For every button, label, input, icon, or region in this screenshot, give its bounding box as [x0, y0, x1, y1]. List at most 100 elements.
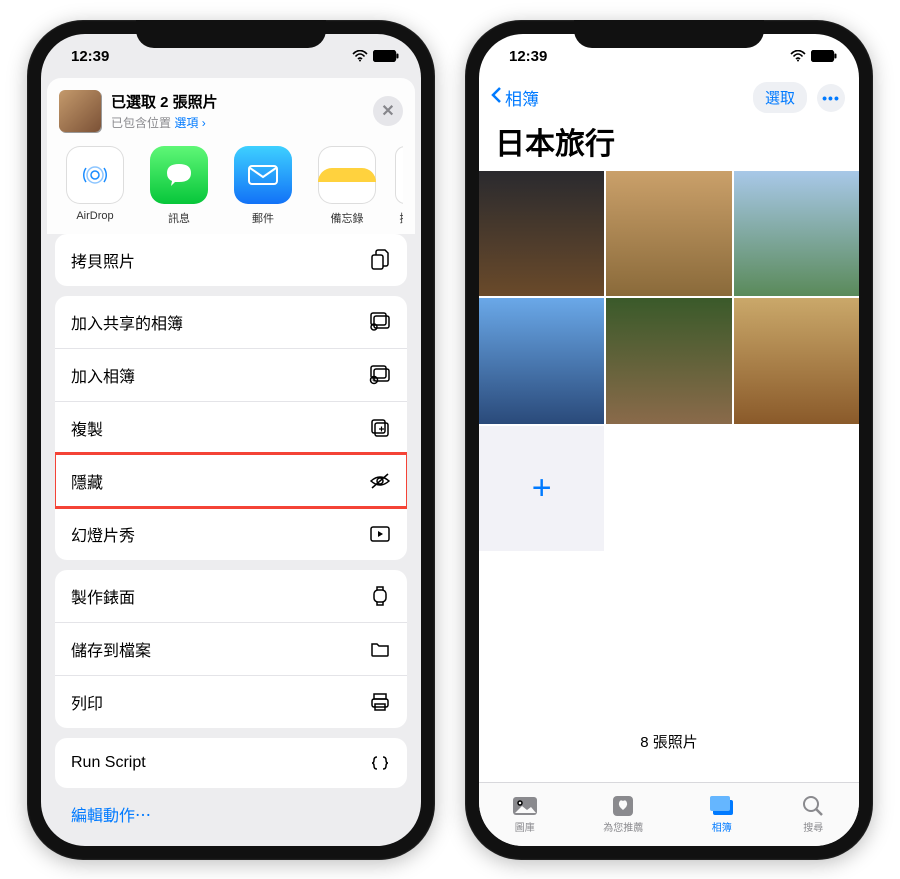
more-button[interactable]: •••	[817, 84, 845, 112]
app-notes[interactable]: 備忘錄	[311, 146, 383, 226]
action-copy[interactable]: 拷貝照片	[55, 234, 407, 286]
action-label: 加入共享的相簿	[71, 310, 183, 334]
battery-icon	[373, 50, 399, 62]
add-album-icon	[369, 364, 391, 386]
action-label: 列印	[71, 690, 103, 714]
edit-actions-link[interactable]: 編輯動作⋯	[55, 798, 407, 826]
reminders-icon	[395, 146, 403, 204]
foryou-icon	[610, 795, 636, 817]
close-icon: ✕	[381, 101, 394, 121]
phone-right: 12:39 相簿 選取 ••• 日本旅行 + 8 張	[465, 20, 873, 860]
action-watch-face[interactable]: 製作錶面	[55, 570, 407, 622]
app-mail[interactable]: 郵件	[227, 146, 299, 226]
share-title: 已選取 2 張照片	[111, 91, 363, 112]
status-indicators	[352, 50, 399, 62]
action-label: 拷貝照片	[71, 248, 135, 272]
back-button[interactable]: 相簿	[489, 85, 539, 110]
script-icon	[369, 752, 391, 774]
app-label: 訊息	[168, 210, 190, 226]
action-group-1: 拷貝照片	[55, 234, 407, 286]
share-options-link[interactable]: 選項 ›	[174, 116, 205, 130]
photo-thumbnail[interactable]	[606, 298, 731, 423]
status-time: 12:39	[71, 48, 109, 65]
action-duplicate[interactable]: 複製	[55, 401, 407, 454]
duplicate-icon	[369, 417, 391, 439]
notch	[136, 20, 326, 48]
action-label: Run Script	[71, 754, 146, 772]
status-indicators	[790, 50, 837, 62]
action-save-files[interactable]: 儲存到檔案	[55, 622, 407, 675]
photo-count: 8 張照片	[479, 551, 859, 752]
tab-library[interactable]: 圖庫	[512, 795, 538, 834]
slideshow-icon	[369, 523, 391, 545]
battery-icon	[811, 50, 837, 62]
folder-icon	[369, 638, 391, 660]
notes-icon	[318, 146, 376, 204]
notch	[574, 20, 764, 48]
action-run-script[interactable]: Run Script	[55, 738, 407, 788]
share-apps-row[interactable]: AirDrop 訊息 郵件 備忘錄 提	[59, 132, 403, 234]
action-slideshow[interactable]: 幻燈片秀	[55, 507, 407, 560]
app-label: 備忘錄	[331, 210, 364, 226]
action-label: 儲存到檔案	[71, 637, 151, 661]
app-label: 提	[400, 210, 404, 226]
airdrop-icon	[66, 146, 124, 204]
app-airdrop[interactable]: AirDrop	[59, 146, 131, 226]
close-button[interactable]: ✕	[373, 96, 403, 126]
share-sheet-header: 已選取 2 張照片 已包含位置 選項 › ✕ AirDrop 訊息 郵件	[47, 78, 415, 234]
app-label: AirDrop	[76, 210, 113, 222]
tab-search[interactable]: 搜尋	[800, 795, 826, 834]
action-print[interactable]: 列印	[55, 675, 407, 728]
copy-icon	[369, 249, 391, 271]
phone-left: 12:39 已選取 2 張照片 已包含位置 選項 › ✕ AirDrop	[27, 20, 435, 860]
photo-thumbnail[interactable]	[479, 298, 604, 423]
add-photo-button[interactable]: +	[479, 426, 604, 551]
tab-albums[interactable]: 相簿	[709, 795, 735, 834]
tab-label: 搜尋	[803, 819, 823, 834]
action-add-album[interactable]: 加入相簿	[55, 348, 407, 401]
chevron-left-icon	[489, 85, 503, 110]
tab-label: 為您推薦	[603, 819, 643, 834]
mail-icon	[234, 146, 292, 204]
action-hide[interactable]: 隱藏	[55, 454, 407, 507]
screen-share-sheet: 12:39 已選取 2 張照片 已包含位置 選項 › ✕ AirDrop	[41, 34, 421, 846]
selection-thumbnail[interactable]	[59, 90, 101, 132]
wifi-icon	[790, 50, 806, 62]
wifi-icon	[352, 50, 368, 62]
photo-thumbnail[interactable]	[479, 171, 604, 296]
nav-bar: 相簿 選取 •••	[479, 78, 859, 115]
tab-foryou[interactable]: 為您推薦	[603, 795, 643, 834]
album-title: 日本旅行	[479, 115, 859, 171]
tab-bar: 圖庫 為您推薦 相簿 搜尋	[479, 782, 859, 846]
print-icon	[369, 691, 391, 713]
action-label: 幻燈片秀	[71, 522, 135, 546]
select-button[interactable]: 選取	[753, 82, 807, 113]
library-icon	[512, 795, 538, 817]
action-group-4: Run Script	[55, 738, 407, 788]
app-messages[interactable]: 訊息	[143, 146, 215, 226]
action-group-2: 加入共享的相簿 加入相簿 複製 隱藏 幻燈片秀	[55, 296, 407, 560]
search-icon	[800, 795, 826, 817]
status-time: 12:39	[509, 48, 547, 65]
tab-label: 相簿	[712, 819, 732, 834]
tab-label: 圖庫	[515, 819, 535, 834]
plus-icon: +	[532, 469, 552, 508]
app-label: 郵件	[252, 210, 274, 226]
back-label: 相簿	[505, 85, 539, 110]
action-label: 隱藏	[71, 469, 103, 493]
photo-thumbnail[interactable]	[734, 298, 859, 423]
action-label: 複製	[71, 416, 103, 440]
share-actions: 拷貝照片 加入共享的相簿 加入相簿 複製 隱藏	[41, 234, 421, 836]
photo-thumbnail[interactable]	[734, 171, 859, 296]
hide-icon	[369, 470, 391, 492]
action-label: 加入相簿	[71, 363, 135, 387]
action-label: 製作錶面	[71, 584, 135, 608]
action-add-shared-album[interactable]: 加入共享的相簿	[55, 296, 407, 348]
albums-icon	[709, 795, 735, 817]
app-reminders-partial[interactable]: 提	[395, 146, 403, 226]
photo-grid: +	[479, 171, 859, 551]
photo-thumbnail[interactable]	[606, 171, 731, 296]
shared-album-icon	[369, 311, 391, 333]
action-group-3: 製作錶面 儲存到檔案 列印	[55, 570, 407, 728]
share-subtitle: 已包含位置 選項 ›	[111, 114, 363, 131]
